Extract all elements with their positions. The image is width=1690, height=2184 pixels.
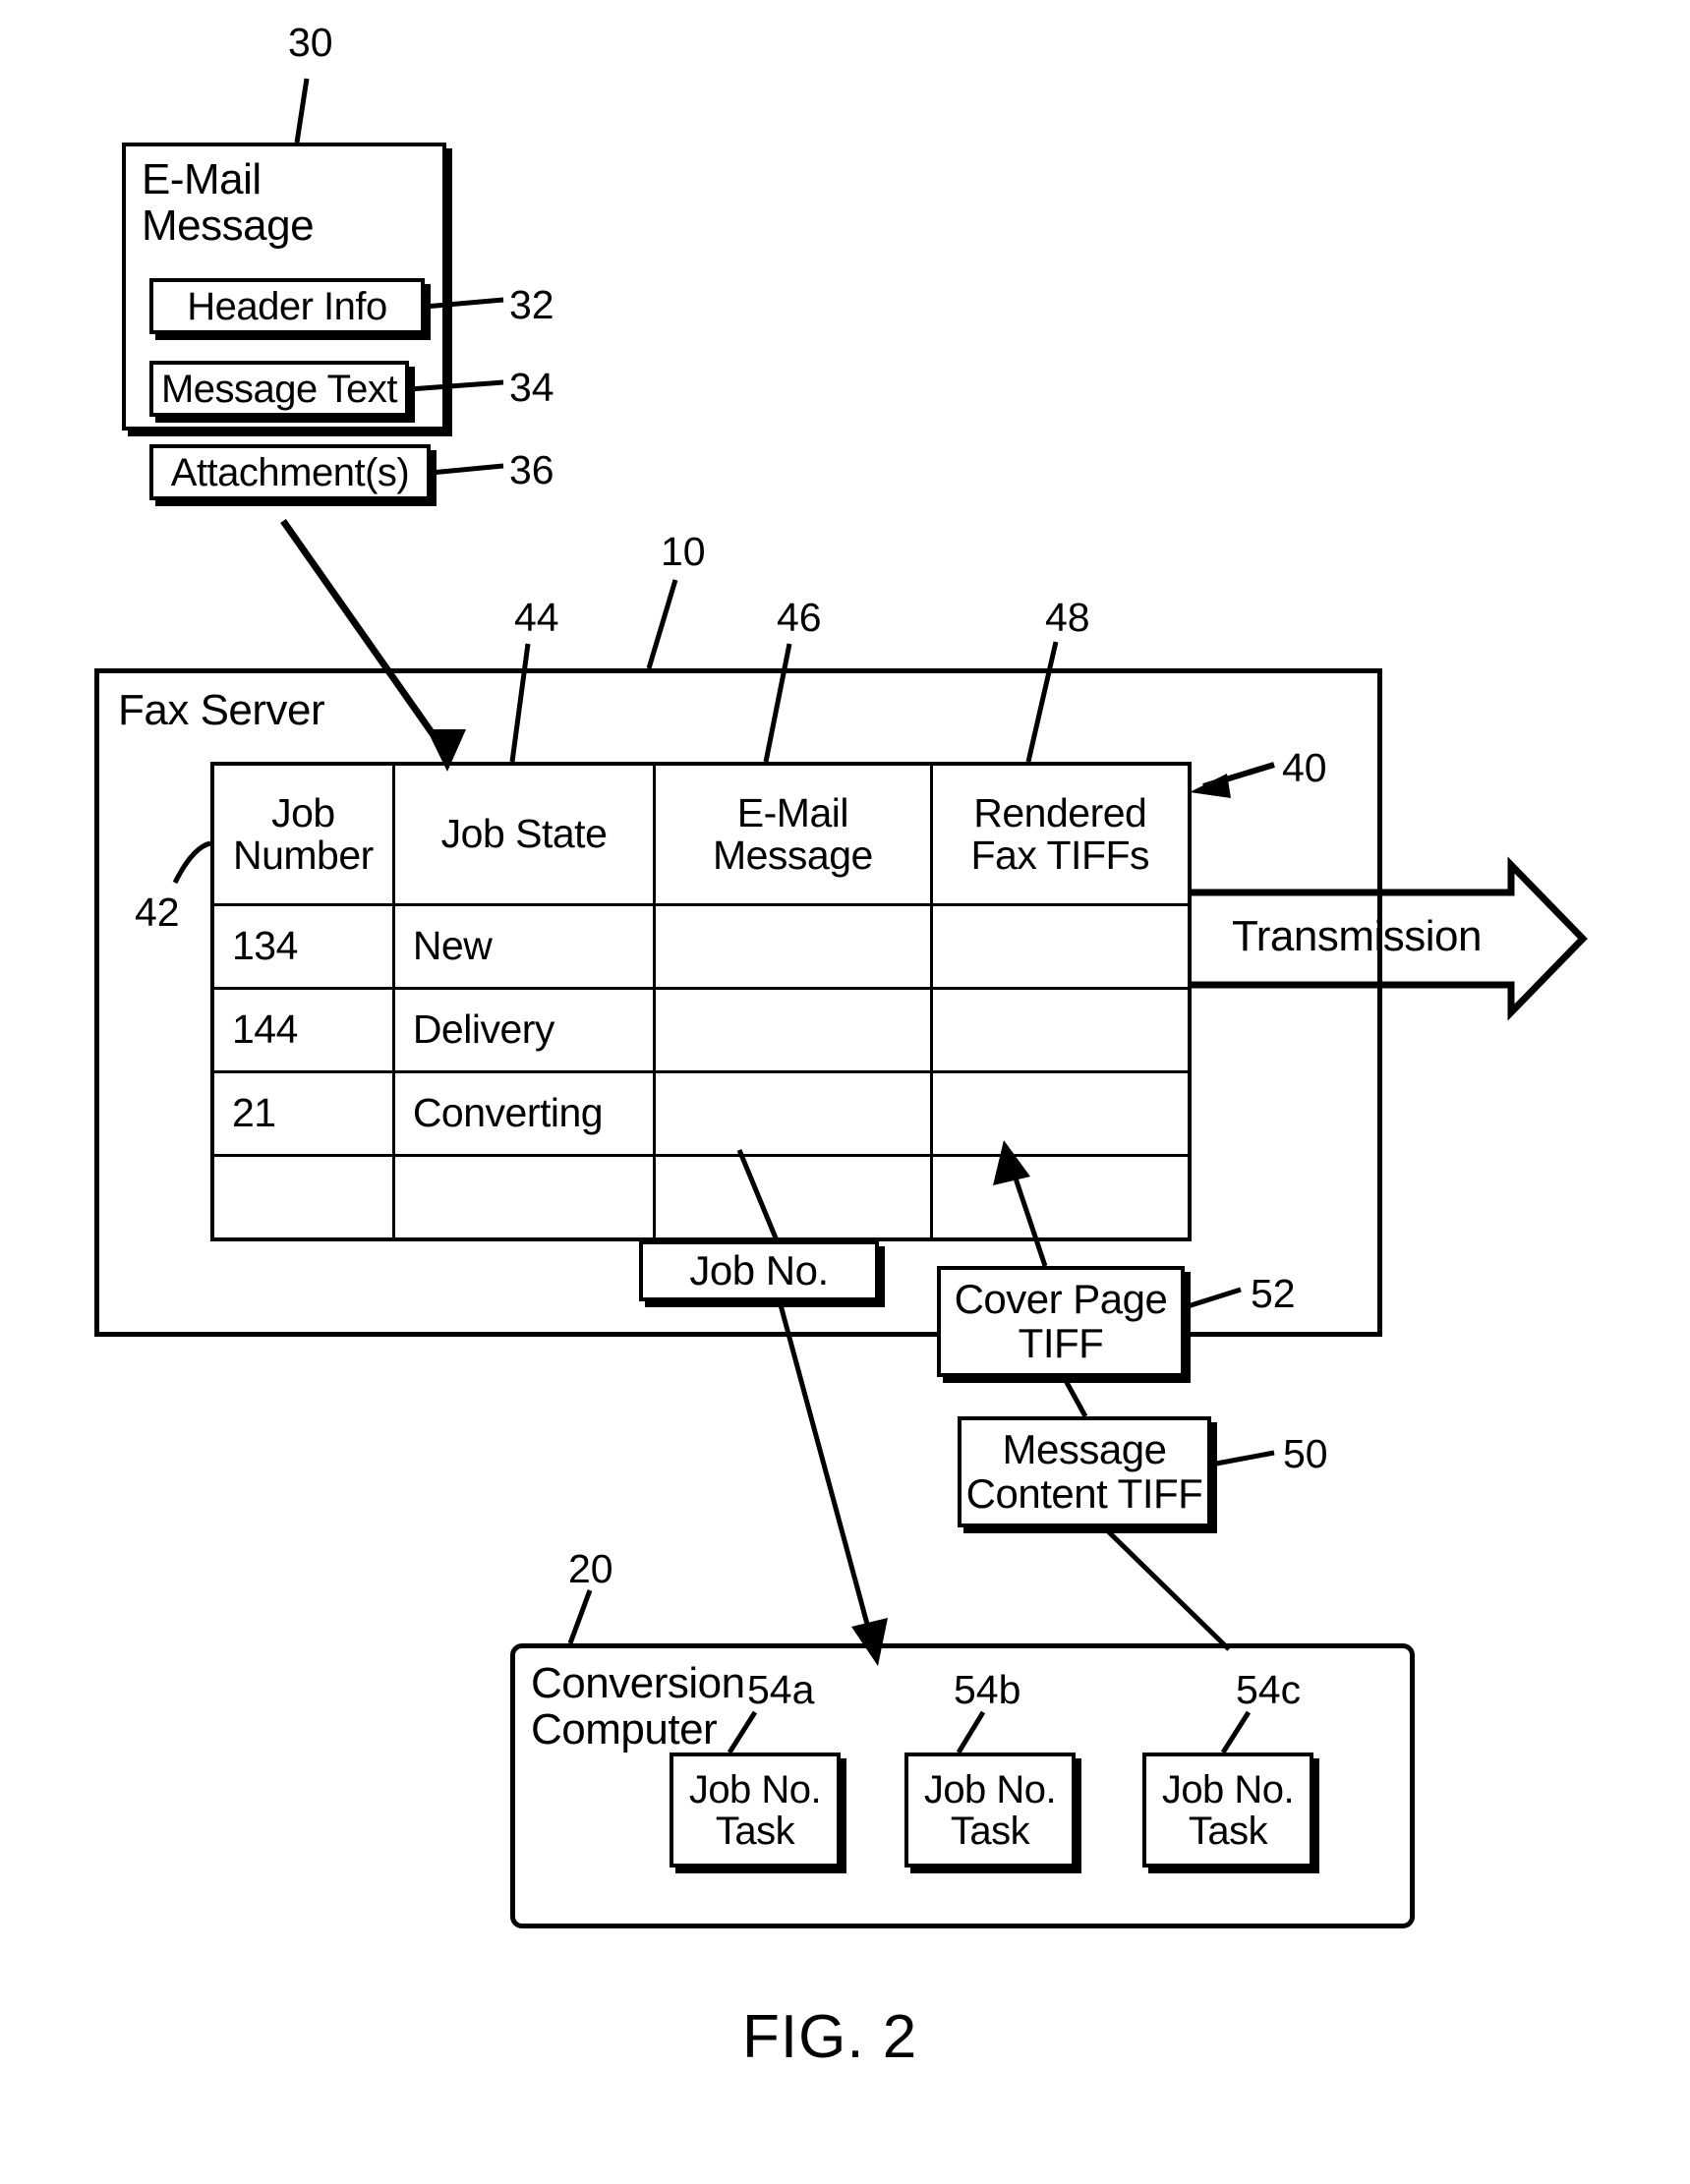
ref-42: 42	[135, 890, 180, 935]
col-job-state-label: Job State	[440, 811, 608, 857]
cell-job-state: New	[391, 903, 657, 990]
col-rendered-fax-tiffs-label: Rendered Fax TIFFs	[970, 789, 1150, 878]
table-row: 134 New	[210, 903, 1192, 990]
cell-job-number: 144	[210, 987, 395, 1073]
ref-54b: 54b	[954, 1667, 1021, 1712]
leader-50	[1210, 1450, 1275, 1467]
cell-email-message	[653, 1154, 933, 1241]
cell-job-number	[210, 1154, 395, 1241]
leader-10	[646, 579, 678, 669]
job-no-task-box-c: Job No. Task	[1142, 1753, 1313, 1868]
message-content-tiff-label: Message Content TIFF	[965, 1426, 1203, 1517]
ref-44: 44	[514, 595, 559, 640]
cell-job-state: Converting	[391, 1070, 657, 1157]
ref-32: 32	[509, 282, 554, 327]
ref-52: 52	[1251, 1271, 1296, 1316]
job-no-task-box-b: Job No. Task	[904, 1753, 1076, 1868]
email-message-title: E-Mail Message	[142, 155, 315, 250]
col-email-message: E-Mail Message	[653, 762, 933, 906]
col-job-number-label: Job Number	[232, 789, 374, 878]
table-row: 144 Delivery	[210, 987, 1192, 1073]
col-job-state: Job State	[391, 762, 657, 906]
attachments-label: Attachment(s)	[170, 450, 410, 494]
col-email-message-label: E-Mail Message	[712, 789, 873, 878]
figure-caption: FIG. 2	[742, 2003, 918, 2071]
job-no-task-label-b: Job No. Task	[923, 1767, 1057, 1853]
ref-46: 46	[777, 595, 822, 640]
table-row: 21 Converting	[210, 1070, 1192, 1157]
col-job-number: Job Number	[210, 762, 395, 906]
cell-job-number: 134	[210, 903, 395, 990]
conversion-computer-title: Conversion Computer	[531, 1659, 745, 1753]
col-rendered-fax-tiffs: Rendered Fax TIFFs	[929, 762, 1192, 906]
cell-rendered-fax-tiffs	[929, 903, 1192, 990]
job-no-box: Job No.	[639, 1240, 879, 1301]
job-table: Job Number Job State E-Mail Message Rend…	[210, 762, 1192, 1241]
cell-job-number: 21	[210, 1070, 395, 1157]
ref-54c: 54c	[1236, 1667, 1302, 1712]
job-no-task-label-c: Job No. Task	[1161, 1767, 1295, 1853]
cell-job-state: Delivery	[391, 987, 657, 1073]
ref-40: 40	[1282, 745, 1327, 790]
job-table-header-row: Job Number Job State E-Mail Message Rend…	[210, 762, 1192, 906]
ref-34: 34	[509, 365, 554, 410]
fax-server-title: Fax Server	[118, 686, 325, 734]
cell-email-message	[653, 903, 933, 990]
message-text-label: Message Text	[160, 367, 398, 411]
cover-page-tiff-label: Cover Page TIFF	[954, 1276, 1168, 1366]
leader-20	[567, 1589, 593, 1644]
job-no-task-box-a: Job No. Task	[670, 1753, 841, 1868]
ref-54a: 54a	[747, 1667, 815, 1712]
attachments-box: Attachment(s)	[149, 444, 431, 500]
header-info-label: Header Info	[187, 284, 387, 328]
cover-page-tiff-box: Cover Page TIFF	[937, 1266, 1185, 1377]
ref-50: 50	[1283, 1431, 1328, 1476]
cell-rendered-fax-tiffs	[929, 987, 1192, 1073]
ref-48: 48	[1045, 595, 1090, 640]
figure-canvas: E-Mail Message Header Info Message Text …	[0, 0, 1690, 2184]
connector-coverpage-message	[1061, 1375, 1088, 1418]
cell-email-message	[653, 1070, 933, 1157]
job-no-task-label-a: Job No. Task	[688, 1767, 822, 1853]
cell-rendered-fax-tiffs	[929, 1070, 1192, 1157]
cell-email-message	[653, 987, 933, 1073]
leader-30	[294, 78, 310, 144]
arrow-messagetiff-to-conversion	[1102, 1525, 1231, 1651]
message-text-box: Message Text	[149, 361, 409, 417]
transmission-label: Transmission	[1232, 912, 1482, 960]
ref-10: 10	[661, 529, 706, 574]
ref-36: 36	[509, 447, 554, 492]
header-info-box: Header Info	[149, 278, 425, 334]
table-row	[210, 1154, 1192, 1241]
cell-rendered-fax-tiffs	[929, 1154, 1192, 1241]
ref-20: 20	[568, 1546, 613, 1591]
arrow-jobno-to-conversion	[777, 1300, 877, 1650]
message-content-tiff-box: Message Content TIFF	[958, 1416, 1211, 1527]
ref-30: 30	[288, 20, 333, 65]
job-no-label: Job No.	[689, 1246, 829, 1293]
cell-job-state	[391, 1154, 657, 1241]
leader-36	[430, 463, 504, 476]
